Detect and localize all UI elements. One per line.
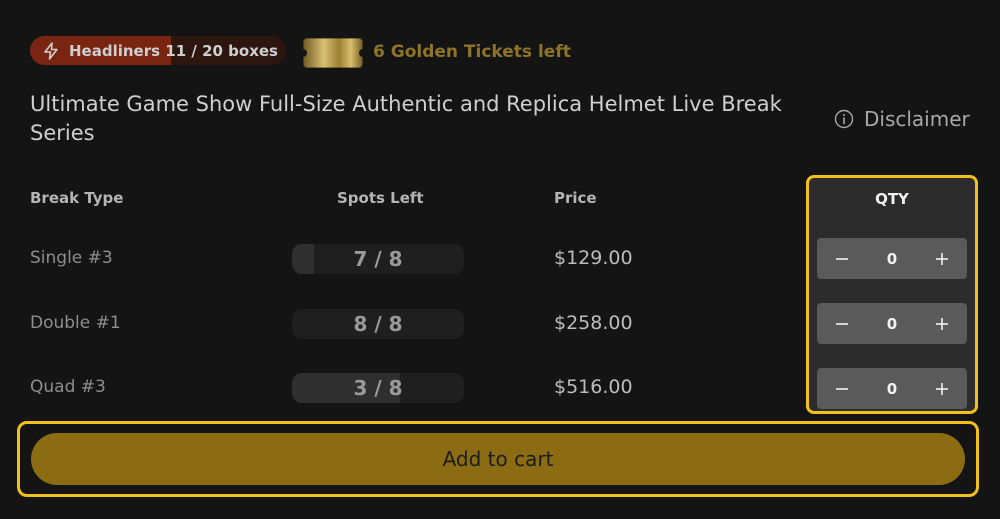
headliners-badge: Headliners 11 / 20 boxes xyxy=(30,36,286,65)
add-to-cart-button[interactable]: Add to cart xyxy=(31,433,965,485)
price-header: Price xyxy=(554,189,597,207)
disclaimer-label: Disclaimer xyxy=(864,107,970,131)
minus-icon xyxy=(836,322,848,325)
increment-button[interactable] xyxy=(917,303,967,344)
headliners-label: Headliners 11 / 20 boxes xyxy=(69,41,278,60)
break-type-cell: Quad #3 xyxy=(30,377,106,397)
lightning-bolt-icon xyxy=(42,41,60,60)
golden-tickets-count: 6 Golden Tickets left xyxy=(373,42,571,62)
add-to-cart-highlight: Add to cart xyxy=(17,421,979,497)
decrement-button[interactable] xyxy=(817,303,867,344)
minus-icon xyxy=(836,387,848,390)
minus-icon xyxy=(836,257,848,260)
plus-icon xyxy=(936,382,948,395)
spots-left-value: 7 / 8 xyxy=(353,247,403,271)
spots-left-header: Spots Left xyxy=(337,189,424,207)
product-break-panel: Headliners 11 / 20 boxes 6 Golden Ticket… xyxy=(0,0,1000,519)
info-circle-icon xyxy=(834,109,854,129)
break-type-header: Break Type xyxy=(30,189,124,207)
decrement-button[interactable] xyxy=(817,368,867,409)
quantity-stepper: 0 xyxy=(817,238,967,279)
plus-icon xyxy=(936,317,948,330)
price-cell: $516.00 xyxy=(554,376,633,398)
quantity-value[interactable]: 0 xyxy=(887,380,897,398)
disclaimer-link[interactable]: Disclaimer xyxy=(834,107,970,131)
qty-header: QTY xyxy=(875,190,909,208)
quantity-value[interactable]: 0 xyxy=(887,315,897,333)
spots-left-value: 8 / 8 xyxy=(353,312,403,336)
increment-button[interactable] xyxy=(917,238,967,279)
product-title: Ultimate Game Show Full-Size Authentic a… xyxy=(30,92,782,145)
quantity-stepper: 0 xyxy=(817,368,967,409)
spots-left-value: 3 / 8 xyxy=(353,376,403,400)
golden-ticket-icon xyxy=(299,38,367,68)
increment-button[interactable] xyxy=(917,368,967,409)
spots-left-bar: 7 / 8 xyxy=(292,244,464,274)
decrement-button[interactable] xyxy=(817,238,867,279)
price-cell: $129.00 xyxy=(554,247,633,269)
spots-left-bar: 8 / 8 xyxy=(292,309,464,339)
quantity-stepper: 0 xyxy=(817,303,967,344)
plus-icon xyxy=(936,252,948,265)
break-type-cell: Single #3 xyxy=(30,248,113,268)
spots-left-bar: 3 / 8 xyxy=(292,373,464,403)
quantity-value[interactable]: 0 xyxy=(887,250,897,268)
qty-column: QTY 0 0 0 xyxy=(806,175,978,414)
break-type-cell: Double #1 xyxy=(30,313,121,333)
price-cell: $258.00 xyxy=(554,312,633,334)
